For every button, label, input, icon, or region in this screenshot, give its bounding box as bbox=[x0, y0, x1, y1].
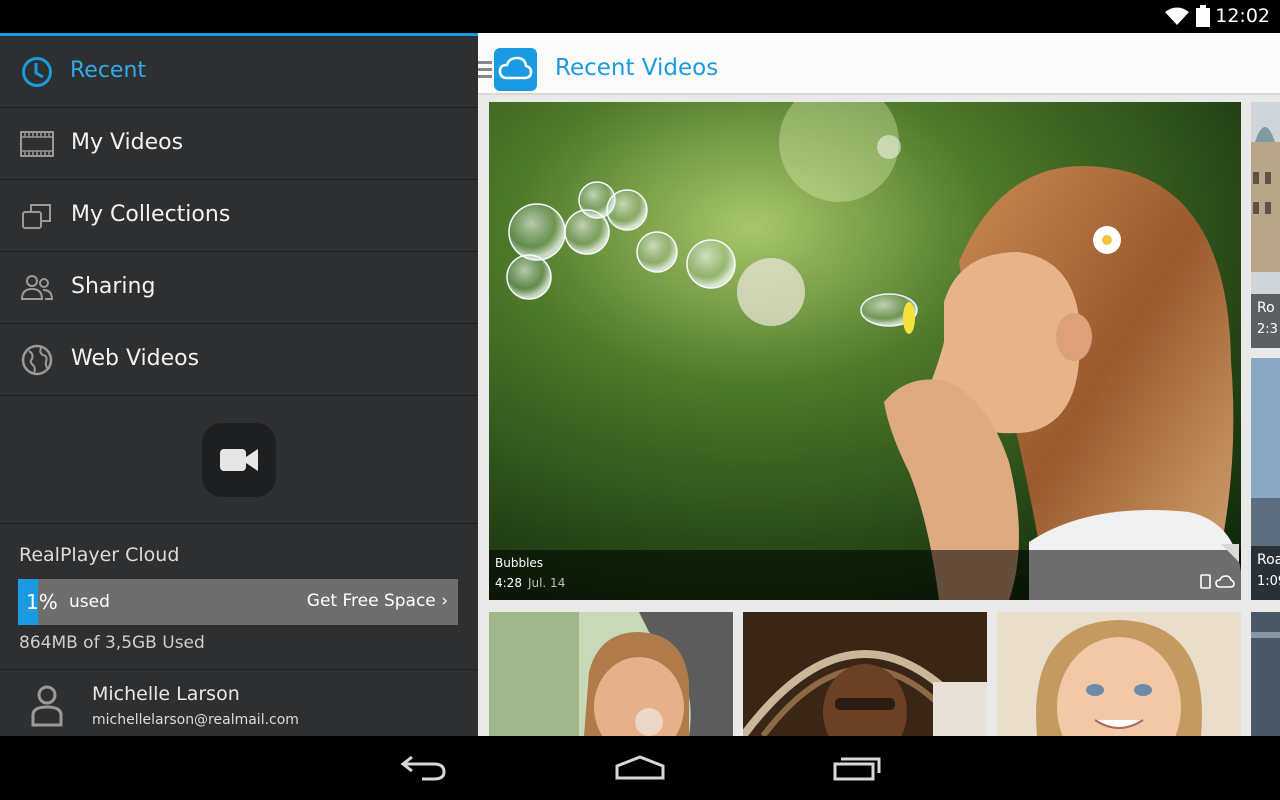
collections-icon bbox=[22, 204, 51, 229]
nav-item-label: Recent bbox=[70, 58, 147, 83]
home-icon[interactable] bbox=[614, 754, 666, 782]
nav-item-label: My Collections bbox=[71, 202, 231, 227]
usage-used-label: used bbox=[69, 592, 110, 612]
video-title: Roa bbox=[1257, 552, 1280, 568]
video-meta: 4:28 Jul. 14 bbox=[495, 576, 565, 590]
recent-apps-icon[interactable] bbox=[832, 754, 882, 782]
drawer-indicator-icon[interactable] bbox=[478, 61, 492, 81]
user-icon bbox=[31, 685, 63, 727]
video-duration: 4:28 bbox=[495, 576, 522, 590]
app-logo[interactable] bbox=[494, 48, 537, 91]
back-icon[interactable] bbox=[400, 754, 448, 782]
wifi-icon bbox=[1165, 7, 1189, 25]
cloud-icon bbox=[498, 56, 533, 80]
video-tile[interactable] bbox=[743, 612, 987, 736]
video-caption: Bubbles 4:28 Jul. 14 bbox=[489, 544, 1241, 600]
clock-time: 12:02 bbox=[1215, 5, 1270, 27]
video-thumbnail bbox=[1251, 612, 1280, 736]
video-tile[interactable]: Ro 2:3 bbox=[1251, 102, 1280, 348]
storage-usage-bar[interactable]: 1% used Get Free Space › bbox=[18, 579, 458, 625]
cloud-storage-section: RealPlayer Cloud 1% used Get Free Space … bbox=[0, 523, 478, 670]
main-panel: Recent Videos Bubbles 4:28 Jul. 14 Ro 2:… bbox=[478, 33, 1280, 736]
storage-usage-detail: 864MB of 3,5GB Used bbox=[19, 633, 205, 653]
video-thumbnail bbox=[997, 612, 1241, 736]
nav-item-web-videos[interactable]: Web Videos bbox=[0, 324, 478, 396]
system-navigation-bar bbox=[0, 736, 1280, 800]
video-duration: 2:3 bbox=[1257, 322, 1278, 337]
video-date: Jul. 14 bbox=[527, 576, 566, 590]
usage-percent: 1% bbox=[26, 590, 58, 614]
corner-fold-icon bbox=[1221, 544, 1239, 562]
globe-icon bbox=[21, 344, 53, 376]
clock-icon bbox=[22, 57, 52, 87]
device-icon bbox=[1200, 574, 1211, 589]
get-free-space-label: Get Free Space bbox=[306, 591, 436, 611]
nav-item-label: Sharing bbox=[71, 274, 156, 299]
video-tile[interactable] bbox=[489, 612, 733, 736]
page-title: Recent Videos bbox=[555, 55, 719, 81]
record-video-button[interactable] bbox=[202, 423, 276, 497]
user-name: Michelle Larson bbox=[92, 683, 240, 705]
video-thumbnail bbox=[489, 102, 1241, 600]
battery-icon bbox=[1196, 5, 1210, 27]
video-tile[interactable] bbox=[1251, 612, 1280, 736]
chevron-right-icon: › bbox=[441, 591, 448, 611]
user-account-row[interactable]: Michelle Larson michellelarson@realmail.… bbox=[0, 671, 478, 736]
nav-item-my-videos[interactable]: My Videos bbox=[0, 108, 478, 180]
video-thumbnail bbox=[489, 612, 733, 736]
film-strip-icon bbox=[20, 131, 54, 157]
video-title: Bubbles bbox=[495, 556, 544, 570]
nav-item-recent[interactable]: Recent bbox=[0, 36, 478, 108]
nav-item-sharing[interactable]: Sharing bbox=[0, 252, 478, 324]
action-bar: Recent Videos bbox=[478, 33, 1280, 95]
navigation-drawer: Recent My Videos My Collections Sharing bbox=[0, 33, 478, 736]
video-thumbnail bbox=[743, 612, 987, 736]
cloud-sync-icon bbox=[1215, 575, 1235, 588]
video-title: Ro bbox=[1257, 300, 1275, 316]
nav-item-label: My Videos bbox=[71, 130, 184, 155]
get-free-space-link[interactable]: Get Free Space › bbox=[307, 591, 448, 611]
video-tile[interactable]: Roa 1:09 bbox=[1251, 358, 1280, 600]
video-caption: Ro 2:3 bbox=[1251, 294, 1280, 348]
nav-item-my-collections[interactable]: My Collections bbox=[0, 180, 478, 252]
status-bar: 12:02 bbox=[0, 0, 1280, 33]
video-caption: Roa 1:09 bbox=[1251, 546, 1280, 600]
user-email: michellelarson@realmail.com bbox=[92, 712, 299, 728]
video-duration: 1:09 bbox=[1257, 574, 1280, 589]
video-tile-featured[interactable]: Bubbles 4:28 Jul. 14 bbox=[489, 102, 1241, 600]
video-camera-icon bbox=[220, 449, 258, 471]
people-icon bbox=[20, 275, 54, 300]
cloud-title: RealPlayer Cloud bbox=[19, 544, 180, 566]
nav-item-label: Web Videos bbox=[71, 346, 200, 371]
video-tile[interactable] bbox=[997, 612, 1241, 736]
